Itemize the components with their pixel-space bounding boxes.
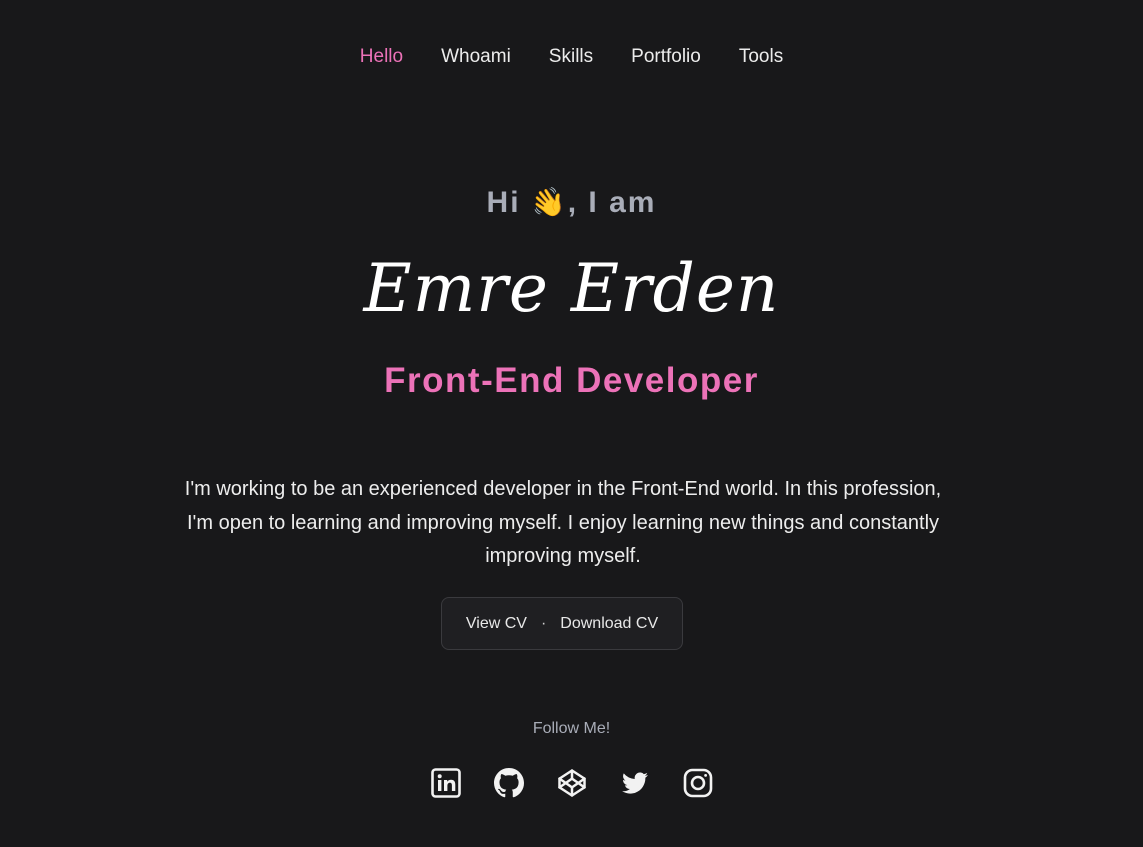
github-icon[interactable] <box>493 766 524 800</box>
hero-bio: I'm working to be an experienced develop… <box>184 478 942 567</box>
codepen-icon[interactable] <box>556 766 587 800</box>
download-cv-button[interactable]: Download CV <box>560 615 658 633</box>
nav-item-portfolio[interactable]: Portfolio <box>612 44 720 70</box>
follow-label: Follow Me! <box>532 720 611 737</box>
cv-separator: · <box>540 614 547 632</box>
waving-hand-icon: 👋 <box>528 184 571 221</box>
greeting-text: Hi <box>486 186 531 219</box>
view-cv-button[interactable]: View CV <box>466 615 527 633</box>
page: Hello Whoami Skills Portfolio Tools Hi 👋… <box>0 0 1143 847</box>
nav-item-skills[interactable]: Skills <box>530 44 612 70</box>
nav-item-whoami[interactable]: Whoami <box>422 44 530 70</box>
greeting-text-suffix: , I am <box>567 186 657 219</box>
top-nav: Hello Whoami Skills Portfolio Tools <box>0 44 1143 70</box>
hero-role: Front-End Developer <box>384 361 759 400</box>
nav-item-tools[interactable]: Tools <box>720 44 802 70</box>
nav-item-hello[interactable]: Hello <box>341 44 422 70</box>
linkedin-icon[interactable] <box>430 766 461 800</box>
hero-name: Emre Erden <box>363 250 780 327</box>
cv-button-group: View CV · Download CV <box>441 597 683 650</box>
greeting: Hi 👋, I am <box>0 184 1143 221</box>
instagram-icon[interactable] <box>682 766 713 800</box>
social-links <box>0 766 1143 800</box>
twitter-icon[interactable] <box>619 766 650 800</box>
